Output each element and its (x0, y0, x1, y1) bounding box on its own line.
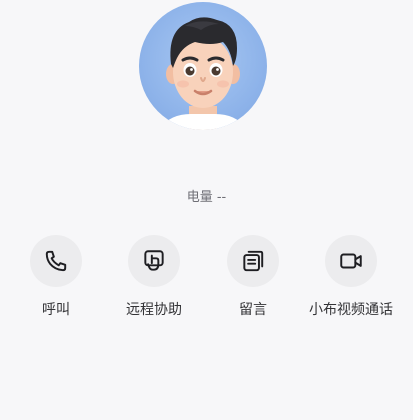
battery-status: 电量 -- (186, 190, 227, 205)
remote-assist-label: 远程协助 (126, 302, 182, 318)
video-camera-icon (340, 253, 362, 269)
call-button-circle[interactable] (30, 235, 82, 287)
message-label: 留言 (239, 302, 267, 318)
call-label: 呼叫 (42, 302, 70, 318)
phone-icon (45, 250, 67, 272)
memoji-avatar-icon (159, 17, 247, 130)
call-button[interactable]: 呼叫 (6, 235, 106, 319)
video-call-label: 小布视频通话 (309, 302, 393, 318)
message-button-circle[interactable] (227, 235, 279, 287)
action-bar: 呼叫 远程协助 留言 小布视频通话 (0, 235, 413, 325)
video-call-button[interactable]: 小布视频通话 (301, 235, 401, 319)
message-button[interactable]: 留言 (203, 235, 303, 319)
remote-assist-button-circle[interactable] (128, 235, 180, 287)
avatar[interactable] (139, 2, 267, 130)
message-note-icon (243, 250, 264, 272)
remote-assist-button[interactable]: 远程协助 (104, 235, 204, 319)
remote-assist-icon (144, 250, 164, 271)
video-call-button-circle[interactable] (325, 235, 377, 287)
